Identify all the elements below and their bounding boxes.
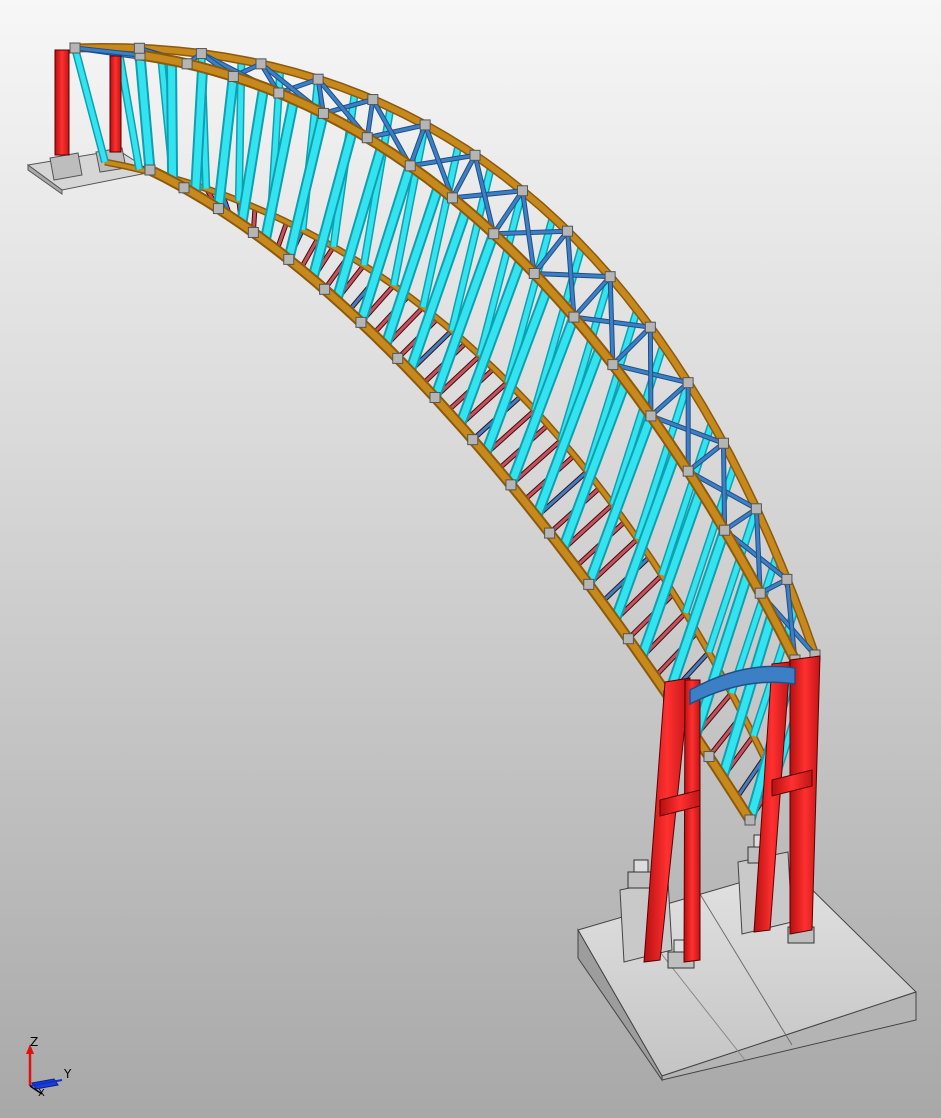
gusset-plate xyxy=(312,73,324,85)
gusset-plate xyxy=(404,160,416,172)
gusset-plate xyxy=(703,751,715,763)
gusset-plate xyxy=(273,87,285,99)
portal-leg xyxy=(789,655,821,935)
gusset-plate xyxy=(682,465,694,477)
axis-triad: Z Y X xyxy=(18,1032,88,1102)
gusset-plate xyxy=(227,70,239,82)
x-axis-label: X xyxy=(38,1088,45,1099)
gusset-plate xyxy=(568,311,580,323)
brace xyxy=(721,443,727,531)
hanger-near xyxy=(167,60,177,182)
gusset-plate xyxy=(562,225,574,237)
portal-column-left-2 xyxy=(109,55,122,153)
gusset-plate xyxy=(392,352,404,364)
gusset-plate xyxy=(505,479,517,491)
bridge-model-view[interactable] xyxy=(0,0,941,1118)
gusset-plate xyxy=(719,524,731,536)
3d-viewport[interactable]: Z Y X xyxy=(0,0,941,1118)
gusset-plate xyxy=(195,48,207,60)
gusset-plate xyxy=(317,107,329,119)
z-axis-label: Z xyxy=(30,1035,39,1049)
gusset-plate xyxy=(644,321,656,333)
gusset-plate xyxy=(247,226,259,238)
gusset-plate xyxy=(446,192,458,204)
gusset-plate xyxy=(419,119,431,131)
gusset-plate xyxy=(319,283,331,295)
gusset-plate xyxy=(583,578,595,590)
gusset-plate xyxy=(361,132,373,144)
gusset-plate xyxy=(178,182,190,194)
gusset-plate xyxy=(744,814,756,826)
gusset-plate xyxy=(544,527,556,539)
gusset-plate xyxy=(367,94,379,106)
gusset-plate xyxy=(429,392,441,403)
gusset-plate xyxy=(645,410,657,422)
portal-column-left-1 xyxy=(54,49,70,156)
portal-leg xyxy=(683,679,701,963)
gusset-plate xyxy=(469,149,481,161)
bearing-cap xyxy=(633,859,649,873)
gusset-plate xyxy=(181,58,193,70)
gusset-plate xyxy=(754,587,766,599)
gusset-plate xyxy=(133,42,145,54)
axis-triad-graphic xyxy=(26,1044,63,1095)
gusset-plate xyxy=(607,359,619,371)
gusset-plate xyxy=(488,228,500,240)
gusset-plate xyxy=(622,633,634,645)
brace xyxy=(648,327,653,416)
gusset-plate xyxy=(355,316,367,328)
hanger-far xyxy=(72,47,108,163)
gusset-plate xyxy=(144,164,156,176)
gusset-plate xyxy=(255,58,267,70)
gusset-plate xyxy=(750,503,762,515)
gusset-plate xyxy=(69,42,81,54)
abutment-pedestal-left-1 xyxy=(49,152,83,181)
gusset-plate xyxy=(781,573,793,585)
brace xyxy=(366,123,426,140)
gusset-plate xyxy=(717,437,729,449)
gusset-plate xyxy=(212,203,224,215)
gusset-plate xyxy=(604,271,616,283)
foundation-right xyxy=(577,834,917,1082)
gusset-plate xyxy=(682,377,694,389)
y-axis-label: Y xyxy=(64,1067,72,1081)
gusset-plate xyxy=(467,434,479,446)
gusset-plate xyxy=(517,185,528,197)
hanger-near xyxy=(136,54,154,171)
gusset-plate xyxy=(528,267,540,279)
gusset-plate xyxy=(283,253,295,265)
